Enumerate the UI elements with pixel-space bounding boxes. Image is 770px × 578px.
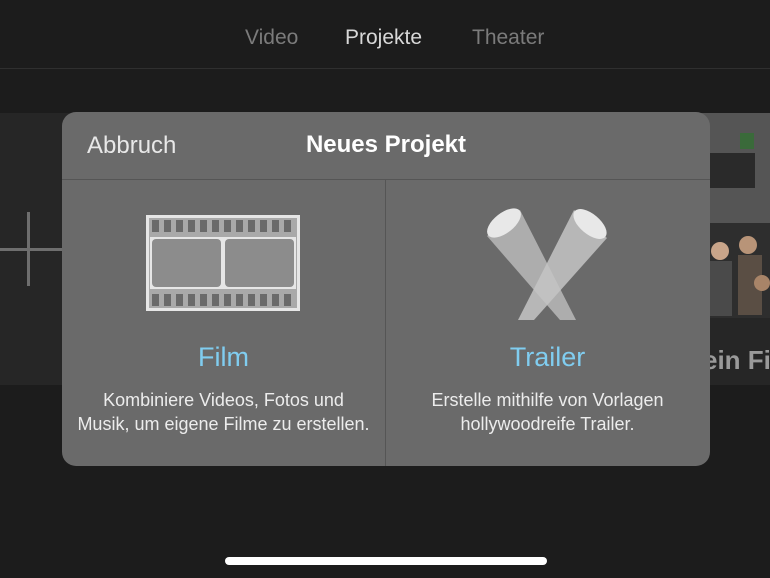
trailer-option-description: Erstelle mithilfe von Vorlagen hollywood… [431, 390, 664, 434]
film-option[interactable]: Film Kombiniere Videos, Fotos und Musik,… [62, 180, 385, 466]
film-option-label: Film [198, 342, 249, 372]
film-strip-icon [146, 215, 300, 311]
film-option-description: Kombiniere Videos, Fotos und Musik, um e… [77, 390, 370, 434]
project-title-caption: ein Fi [703, 345, 770, 375]
trailer-option-label: Trailer [509, 342, 586, 372]
plus-icon-vertical [27, 212, 30, 286]
tab-projekte[interactable]: Projekte [345, 26, 422, 50]
tab-video[interactable]: Video [245, 26, 298, 50]
home-indicator[interactable] [225, 557, 547, 565]
top-tab-bar: Video Projekte Theater [0, 0, 770, 69]
dialog-title: Neues Projekt [305, 131, 467, 158]
dialog-header: Abbruch Neues Projekt [62, 112, 710, 180]
plus-icon [0, 248, 62, 251]
trailer-option[interactable]: Trailer Erstelle mithilfe von Vorlagen h… [386, 180, 709, 466]
tab-theater[interactable]: Theater [472, 26, 544, 50]
spotlights-icon [487, 208, 607, 320]
new-project-dialog: Abbruch Neues Projekt Film Kombiniere Vi… [62, 112, 710, 466]
